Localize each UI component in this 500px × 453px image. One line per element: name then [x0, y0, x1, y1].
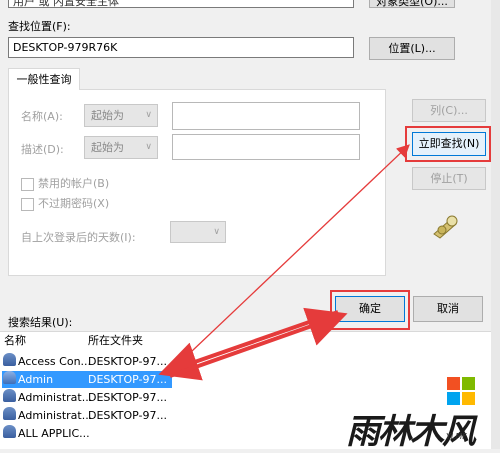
stop-button-label: 停止(T)	[430, 172, 468, 185]
object-types-button[interactable]: 对象类型(O)...	[369, 0, 455, 8]
checkbox-icon	[21, 197, 34, 211]
result-folder: DESKTOP-97...	[88, 373, 167, 386]
result-name: Administrat...	[18, 409, 93, 422]
object-types-button-label: 对象类型(O)...	[376, 0, 448, 8]
result-name: Admin	[18, 373, 54, 386]
list-item-selected[interactable]: Admin DESKTOP-97...	[2, 371, 172, 388]
list-item[interactable]: ALL APPLIC...	[2, 425, 172, 442]
disabled-accounts-label: 禁用的帐户(B)	[38, 177, 110, 190]
find-now-button[interactable]: 立即查找(N)	[412, 132, 486, 156]
locations-button[interactable]: 位置(L)...	[369, 37, 455, 60]
user-group-icon	[3, 353, 16, 366]
result-folder: DESKTOP-97...	[88, 409, 167, 422]
non-expiring-passwords-checkbox[interactable]: 不过期密码(X)	[21, 195, 109, 211]
find-now-button-label: 立即查找(N)	[418, 137, 480, 150]
days-since-logon-select[interactable]: ∨	[170, 221, 226, 243]
location-label: 查找位置(F):	[8, 20, 71, 33]
cancel-button-label: 取消	[437, 302, 459, 315]
object-type-text: 用户 或 内置安全主体	[13, 0, 119, 8]
object-type-field: 用户 或 内置安全主体	[8, 0, 354, 8]
user-group-icon	[3, 425, 16, 438]
tab-general-query[interactable]: 一般性查询	[8, 68, 80, 90]
description-label: 描述(D):	[21, 143, 64, 156]
stop-button[interactable]: 停止(T)	[412, 167, 486, 190]
days-since-logon-label: 自上次登录后的天数(I):	[21, 231, 136, 244]
search-results-label: 搜索结果(U):	[8, 316, 73, 329]
columns-button[interactable]: 列(C)...	[412, 99, 486, 122]
result-folder: DESKTOP-97...	[88, 391, 167, 404]
columns-button-label: 列(C)...	[430, 104, 468, 117]
result-name: ALL APPLIC...	[18, 427, 90, 440]
cancel-button[interactable]: 取消	[413, 296, 483, 322]
result-name: Access Con...	[18, 355, 92, 368]
checkbox-icon	[21, 177, 34, 191]
ok-button[interactable]: 确定	[335, 296, 405, 322]
name-input[interactable]	[172, 102, 360, 130]
windows-logo-icon	[447, 377, 475, 405]
chevron-down-icon: ∨	[145, 142, 152, 152]
watermark-sub: YLMF	[446, 432, 467, 441]
user-group-icon	[3, 389, 16, 402]
chevron-down-icon: ∨	[145, 110, 152, 120]
column-header-name[interactable]: 名称	[4, 332, 26, 350]
location-value: DESKTOP-979R76K	[13, 41, 118, 54]
result-folder: DESKTOP-97...	[88, 355, 167, 368]
description-operator-select[interactable]: 起始为 ∨	[84, 136, 158, 159]
name-operator-value: 起始为	[91, 109, 124, 122]
vertical-scrollbar[interactable]	[491, 0, 500, 449]
search-binoculars-icon	[430, 212, 462, 240]
locations-button-label: 位置(L)...	[388, 42, 436, 55]
name-label: 名称(A):	[21, 110, 63, 123]
list-item[interactable]: Administrat... DESKTOP-97...	[2, 407, 172, 424]
results-header: 名称 所在文件夹	[0, 332, 496, 350]
user-group-icon	[3, 407, 16, 420]
watermark-text: 雨林木风	[346, 412, 476, 452]
list-item[interactable]: Administrat... DESKTOP-97...	[2, 389, 172, 406]
description-input[interactable]	[172, 134, 360, 160]
column-header-folder[interactable]: 所在文件夹	[88, 332, 143, 350]
description-operator-value: 起始为	[91, 141, 124, 154]
name-operator-select[interactable]: 起始为 ∨	[84, 104, 158, 127]
non-expiring-passwords-label: 不过期密码(X)	[38, 197, 110, 210]
tab-general-query-label: 一般性查询	[16, 73, 72, 86]
ok-button-label: 确定	[359, 302, 381, 315]
list-item[interactable]: Access Con... DESKTOP-97...	[2, 353, 172, 370]
result-name: Administrat...	[18, 391, 93, 404]
disabled-accounts-checkbox[interactable]: 禁用的帐户(B)	[21, 175, 109, 191]
chevron-down-icon: ∨	[213, 227, 220, 237]
user-icon	[3, 371, 16, 384]
location-field: DESKTOP-979R76K	[8, 37, 354, 58]
